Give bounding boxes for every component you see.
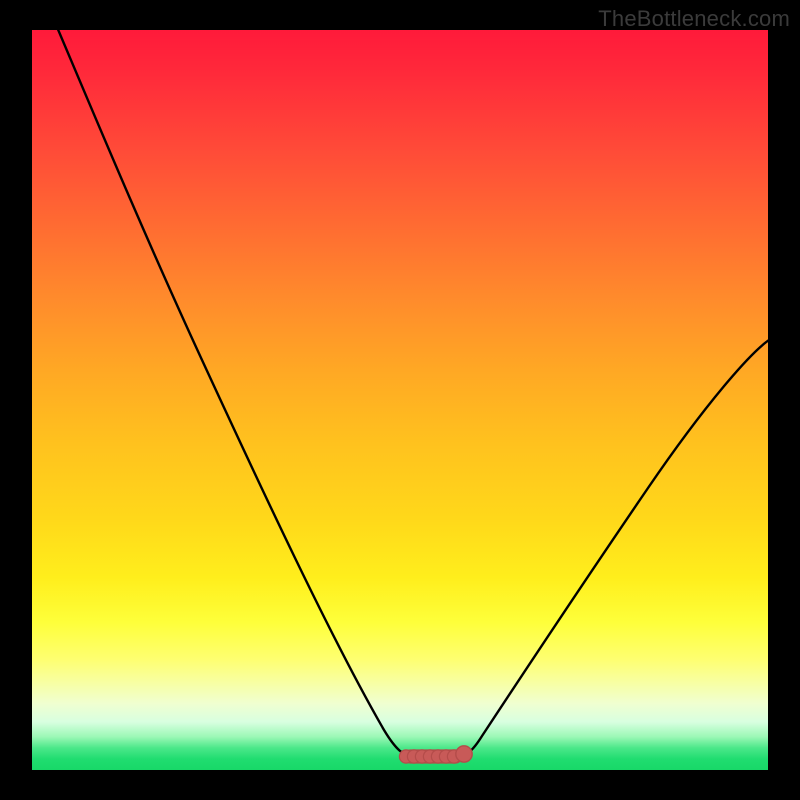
plot-area xyxy=(32,30,768,770)
chart-frame: TheBottleneck.com xyxy=(0,0,800,800)
curve-overlay xyxy=(32,30,768,770)
watermark-text: TheBottleneck.com xyxy=(598,6,790,32)
accent-end-dot xyxy=(456,746,472,762)
bottleneck-curve xyxy=(54,30,768,756)
accent-flat-segment xyxy=(399,746,472,763)
